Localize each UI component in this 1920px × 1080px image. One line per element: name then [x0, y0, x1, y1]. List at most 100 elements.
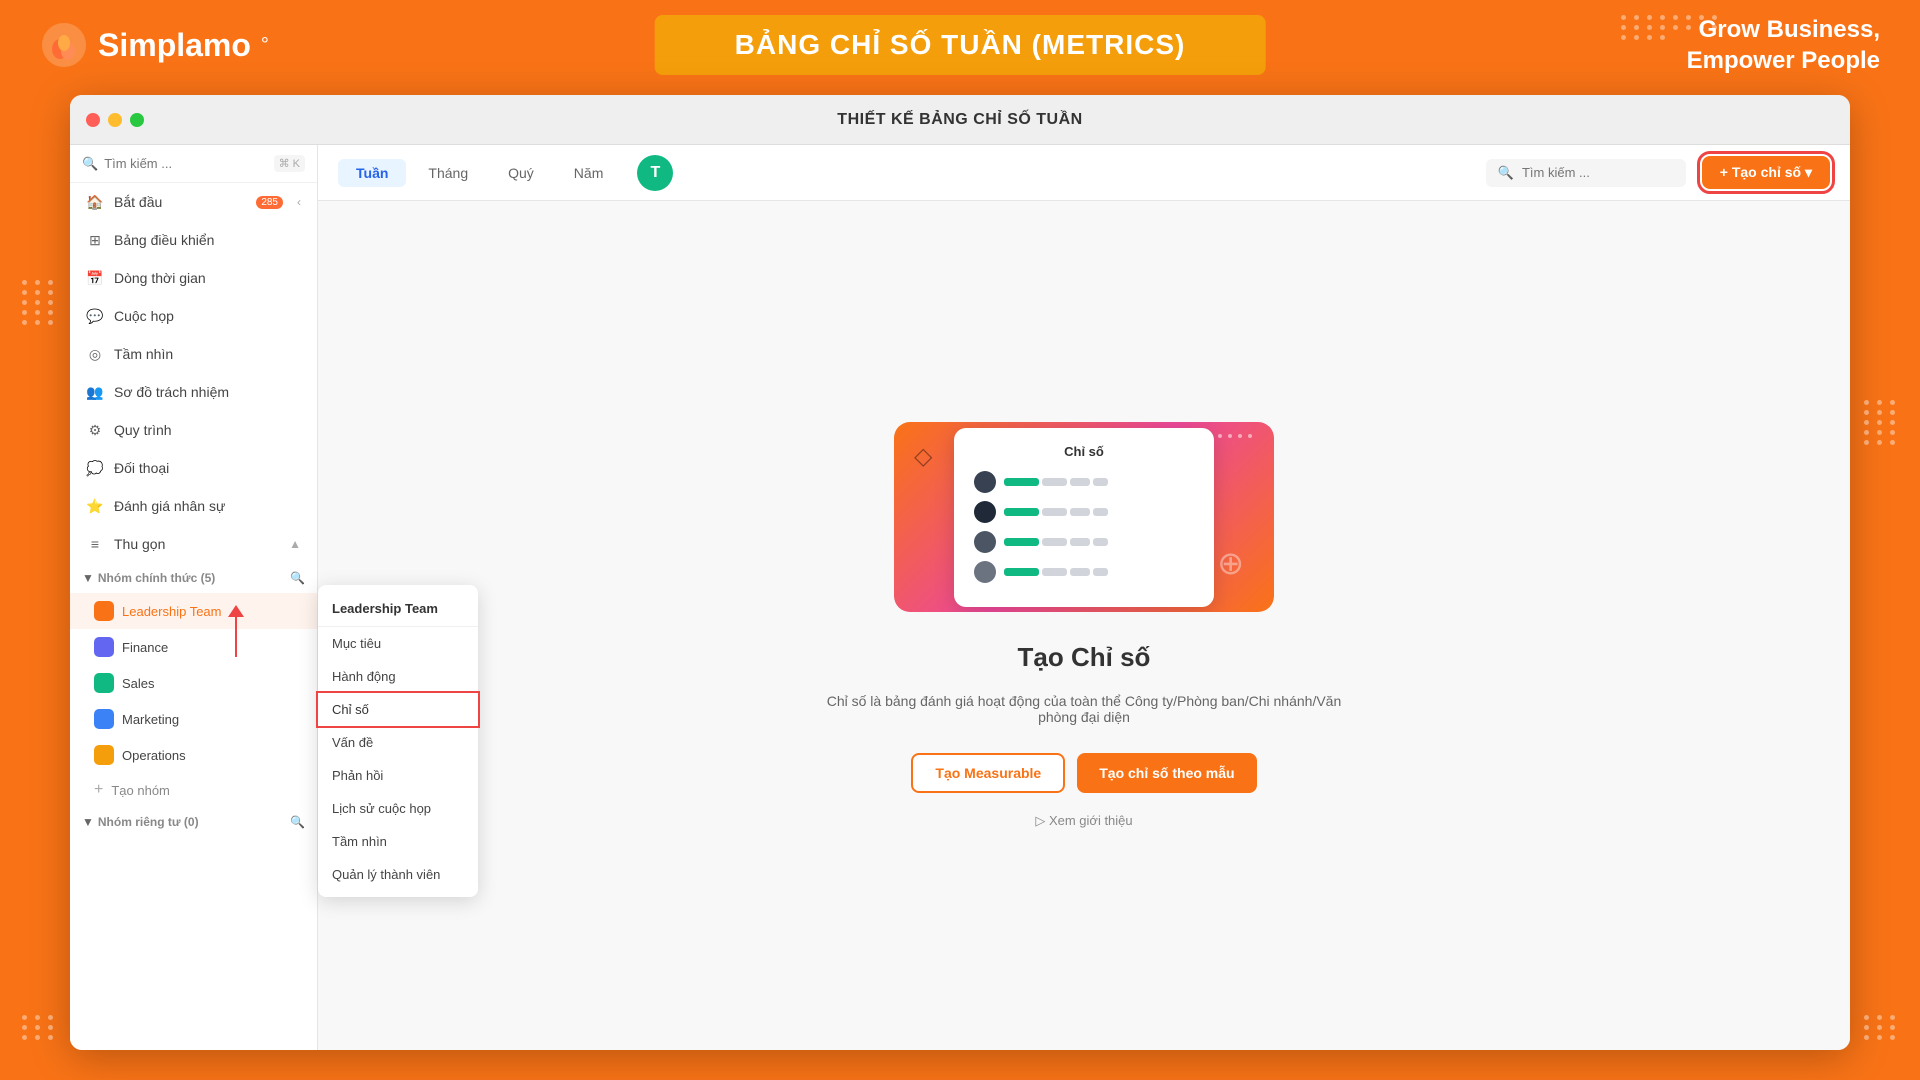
- sidebar-search-bar[interactable]: 🔍 ⌘ K: [70, 145, 317, 183]
- sidebar-item-so-do[interactable]: 👥 Sơ đồ trách nhiệm: [70, 373, 317, 411]
- bars-2: [1004, 508, 1194, 516]
- official-group-header[interactable]: ▼ Nhóm chính thức (5) 🔍: [70, 563, 317, 593]
- sidebar-search-input[interactable]: [104, 156, 273, 171]
- team-item-sales[interactable]: Sales: [70, 665, 317, 701]
- search-left: 🔍: [82, 156, 274, 172]
- chat-icon: 💭: [86, 459, 104, 477]
- logo-area[interactable]: Simplamo °: [40, 21, 269, 69]
- sidebar-item-label: Thu gọn: [114, 536, 165, 552]
- dropdown-item-quan-ly[interactable]: Quản lý thành viên: [318, 858, 478, 891]
- metrics-row-4: [974, 561, 1194, 583]
- team-item-operations[interactable]: Operations: [70, 737, 317, 773]
- simplamo-logo-icon: [40, 21, 88, 69]
- sidebar-item-bang-dieu-khien[interactable]: ⊞ Bảng điều khiển: [70, 221, 317, 259]
- main-toolbar: Tuần Tháng Quý Năm T 🔍 + Tạo chỉ số ▾: [318, 145, 1850, 201]
- user-avatar[interactable]: T: [637, 155, 673, 191]
- sidebar-item-label: Quy trình: [114, 422, 172, 438]
- maximize-button[interactable]: [130, 113, 144, 127]
- banner-title-box: BẢNG CHỈ SỐ TUẦN (METRICS): [655, 15, 1266, 75]
- sidebar-item-bat-dau[interactable]: 🏠 Bắt đầu 285 ‹: [70, 183, 317, 221]
- create-metric-button[interactable]: + Tạo chỉ số ▾: [1702, 156, 1830, 189]
- bar-gray-2: [1070, 478, 1090, 486]
- tab-quy[interactable]: Quý: [490, 159, 552, 187]
- sidebar-item-dong-thoi-gian[interactable]: 📅 Dòng thời gian: [70, 259, 317, 297]
- vision-icon: ◎: [86, 345, 104, 363]
- sidebar-item-thu-gon[interactable]: ≡ Thu gọn ▲: [70, 525, 317, 563]
- expand-icon: ▼: [82, 571, 94, 585]
- dropdown-item-tam-nhin[interactable]: Tầm nhìn: [318, 825, 478, 858]
- bar-gray-8: [1070, 538, 1090, 546]
- team-item-finance[interactable]: Finance: [70, 629, 317, 665]
- sidebar-item-cuoc-hop[interactable]: 💬 Cuộc họp: [70, 297, 317, 335]
- expand-icon-private: ▼: [82, 815, 94, 829]
- tab-thang[interactable]: Tháng: [410, 159, 486, 187]
- sidebar-item-tam-nhin[interactable]: ◎ Tầm nhìn: [70, 335, 317, 373]
- toolbar-search-box[interactable]: 🔍: [1486, 159, 1686, 187]
- create-template-button[interactable]: Tạo chỉ số theo mẫu: [1077, 753, 1256, 793]
- add-team-label: Tạo nhóm: [111, 783, 170, 798]
- dropdown-item-phan-hoi[interactable]: Phản hồi: [318, 759, 478, 792]
- metrics-row-1: [974, 471, 1194, 493]
- add-team-button[interactable]: + Tạo nhóm: [70, 773, 317, 807]
- tab-tuan[interactable]: Tuần: [338, 159, 406, 187]
- search-shortcut: ⌘ K: [274, 155, 305, 172]
- avatar-2: [974, 501, 996, 523]
- context-dropdown-menu: Leadership Team Mục tiêu Hành động Chỉ s…: [318, 585, 478, 897]
- private-group-header[interactable]: ▼ Nhóm riêng tư (0) 🔍: [70, 807, 317, 837]
- team-label: Leadership Team: [122, 604, 222, 619]
- dropdown-item-van-de[interactable]: Vấn đề: [318, 726, 478, 759]
- team-dot-operations: [94, 745, 114, 765]
- minimize-button[interactable]: [108, 113, 122, 127]
- bar-gray-12: [1093, 568, 1108, 576]
- sidebar-item-danh-gia[interactable]: ⭐ Đánh giá nhân sự: [70, 487, 317, 525]
- bars-3: [1004, 538, 1194, 546]
- sidebar-item-doi-thoai[interactable]: 💭 Đối thoại: [70, 449, 317, 487]
- team-label: Sales: [122, 676, 155, 691]
- sidebar: 🔍 ⌘ K 🏠 Bắt đầu 285 ‹ ⊞ Bảng điều khiển …: [70, 145, 318, 1050]
- intro-link[interactable]: ▷ Xem giới thiệu: [1035, 813, 1132, 829]
- bar-gray-3: [1093, 478, 1108, 486]
- sidebar-item-quy-trinh[interactable]: ⚙ Quy trình: [70, 411, 317, 449]
- nav-badge: 285: [256, 196, 283, 209]
- sidebar-item-label: Bắt đầu: [114, 194, 162, 210]
- search-icon: 🔍: [82, 156, 98, 172]
- sidebar-item-label: Đánh giá nhân sự: [114, 498, 225, 514]
- official-group-title: Nhóm chính thức (5): [98, 571, 286, 585]
- bar-gray-5: [1070, 508, 1090, 516]
- bar-gray-7: [1042, 538, 1067, 546]
- metrics-card: Chỉ số: [954, 428, 1214, 607]
- bar-green-2: [1004, 508, 1039, 516]
- sidebar-item-label: Bảng điều khiển: [114, 232, 214, 248]
- dropdown-item-lich-su[interactable]: Lịch sử cuộc họp: [318, 792, 478, 825]
- dropdown-header: Leadership Team: [318, 591, 478, 627]
- team-label: Operations: [122, 748, 186, 763]
- metrics-illustration: ◇ ⊕ Chỉ số: [894, 422, 1274, 612]
- illus-icon-tl: ◇: [914, 442, 932, 471]
- search-private-icon[interactable]: 🔍: [290, 815, 305, 829]
- dots-left-1: [22, 280, 56, 325]
- sidebar-item-label: Đối thoại: [114, 460, 169, 476]
- bar-gray-11: [1070, 568, 1090, 576]
- metrics-row-2: [974, 501, 1194, 523]
- tab-nam[interactable]: Năm: [556, 159, 622, 187]
- window-title: THIẾT KẾ BẢNG CHỈ SỐ TUẦN: [837, 111, 1082, 129]
- team-item-marketing[interactable]: Marketing: [70, 701, 317, 737]
- search-group-icon[interactable]: 🔍: [290, 571, 305, 585]
- dropdown-item-muc-tieu[interactable]: Mục tiêu: [318, 627, 478, 660]
- create-measurable-button[interactable]: Tạo Measurable: [911, 753, 1065, 793]
- logo-symbol: °: [261, 34, 269, 57]
- close-button[interactable]: [86, 113, 100, 127]
- toolbar-search-input[interactable]: [1522, 165, 1674, 180]
- dropdown-item-hanh-dong[interactable]: Hành động: [318, 660, 478, 693]
- center-content: ◇ ⊕ Chỉ số: [318, 201, 1850, 1050]
- team-item-leadership[interactable]: Leadership Team: [70, 593, 317, 629]
- dots-left-2: [22, 1015, 56, 1040]
- org-chart-icon: 👥: [86, 383, 104, 401]
- process-icon: ⚙: [86, 421, 104, 439]
- dropdown-item-chi-so[interactable]: Chỉ số: [318, 693, 478, 726]
- collapse-icon-nav: ≡: [86, 535, 104, 553]
- tagline-line2: Empower People: [1687, 45, 1880, 76]
- center-desc: Chỉ số là bảng đánh giá hoạt động của to…: [824, 693, 1344, 725]
- sidebar-item-label: Dòng thời gian: [114, 270, 206, 286]
- bar-green-1: [1004, 478, 1039, 486]
